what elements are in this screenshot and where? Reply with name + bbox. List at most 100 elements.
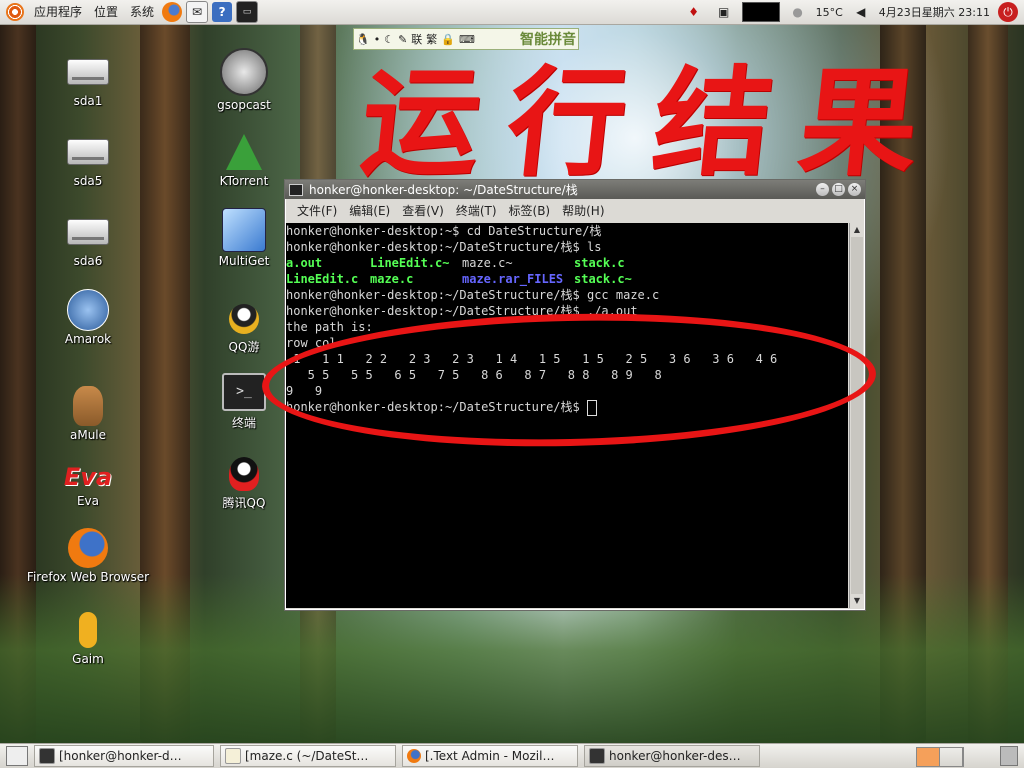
scrollbar-thumb[interactable] — [851, 237, 863, 594]
terminal-line: honker@honker-desktop:~$ cd DateStructur… — [286, 224, 602, 238]
desktop-icon-sda1[interactable]: sda1 — [38, 52, 138, 108]
ime-toolbar[interactable]: 🐧 • ☾ ✎ 联 繁 🔒 ⌨ 智能拼音 — [353, 28, 579, 50]
volume-icon[interactable]: ◀ — [851, 2, 871, 22]
menu-system[interactable]: 系统 — [124, 0, 160, 24]
top-menu: 应用程序 位置 系统 — [28, 0, 160, 24]
ime-moon-icon[interactable]: ☾ — [382, 33, 396, 46]
terminal-line: 5 5 5 5 6 5 7 5 8 6 8 7 8 8 8 9 8 — [286, 368, 662, 382]
terminal-line: honker@honker-desktop:~/DateStructure/栈$… — [286, 240, 602, 254]
terminal-line: the path is: — [286, 320, 373, 334]
desktop-icon-label: Amarok — [64, 332, 112, 346]
drive-icon — [67, 219, 109, 245]
ls-file: stack.c~ — [574, 272, 632, 286]
desktop-icon-amarok[interactable]: Amarok — [38, 289, 138, 346]
desktop-icon-firefox[interactable]: Firefox Web Browser — [22, 528, 154, 584]
ls-file: a.out — [286, 256, 323, 270]
desktop-icon-sda6[interactable]: sda6 — [38, 212, 138, 268]
terminal-scrollbar[interactable]: ▲ ▼ — [849, 223, 864, 608]
amule-icon — [73, 386, 103, 426]
ime-softkbd-icon[interactable]: ✎ — [396, 33, 409, 46]
network-icon[interactable]: ▣ — [714, 2, 734, 22]
taskbar-item-active[interactable]: honker@honker-des… — [584, 745, 760, 767]
taskbar-item[interactable]: [maze.c (~/DateSt… — [220, 745, 396, 767]
minimize-button[interactable]: – — [816, 183, 829, 196]
mail-launcher-icon[interactable]: ✉ — [186, 1, 209, 23]
desktop-icon-amule[interactable]: aMule — [38, 386, 138, 442]
help-launcher-icon[interactable]: ? — [212, 2, 233, 22]
desktop-icon-gsopcast[interactable]: gsopcast — [194, 48, 294, 112]
system-monitor-graph[interactable] — [741, 2, 780, 22]
terminal-line: honker@honker-desktop:~/DateStructure/栈$… — [286, 288, 660, 302]
terminal-output[interactable]: honker@honker-desktop:~$ cd DateStructur… — [286, 223, 848, 608]
taskbar-item[interactable]: [honker@honker-d… — [34, 745, 214, 767]
taskbar-item-label: honker@honker-des… — [609, 749, 741, 763]
ime-keyboard-icon[interactable]: ⌨ — [457, 33, 477, 46]
desktop-icon-label: Eva — [76, 494, 100, 508]
desktop-icon-gaim[interactable]: Gaim — [38, 610, 138, 666]
trash-icon[interactable] — [1000, 746, 1018, 766]
menu-view[interactable]: 查看(V) — [396, 202, 450, 219]
window-titlebar[interactable]: honker@honker-desktop: ~/DateStructure/栈… — [285, 180, 865, 199]
taskbar-item-label: [honker@honker-d… — [59, 749, 182, 763]
amarok-icon — [67, 289, 109, 331]
menu-terminal[interactable]: 终端(T) — [450, 202, 503, 219]
qq-game-icon — [229, 304, 259, 334]
desktop-icon-ktorrent[interactable]: KTorrent — [194, 132, 294, 188]
ime-fan-toggle[interactable]: 繁 — [424, 31, 439, 47]
handwritten-annotation: 运行结果 — [354, 53, 954, 192]
desktop-icon-eva[interactable]: Eva Eva — [38, 462, 138, 508]
desktop-icon-label: aMule — [69, 428, 107, 442]
menu-tabs[interactable]: 标签(B) — [503, 202, 557, 219]
desktop-icon-label: 终端 — [231, 416, 256, 430]
scroll-down-arrow-icon[interactable]: ▼ — [850, 594, 864, 608]
desktop-icon-label: Firefox Web Browser — [26, 570, 150, 584]
workspace-2[interactable] — [940, 748, 963, 766]
ls-file: LineEdit.c~ — [370, 256, 450, 270]
qq-icon — [229, 457, 259, 491]
terminal-launcher-icon[interactable]: ▭ — [236, 1, 259, 23]
menu-places[interactable]: 位置 — [88, 0, 124, 24]
show-desktop-button[interactable] — [6, 746, 28, 766]
shutdown-icon[interactable]: ⏻ — [998, 2, 1018, 22]
terminal-menubar: 文件(F) 编辑(E) 查看(V) 终端(T) 标签(B) 帮助(H) — [285, 199, 865, 221]
temperature[interactable]: 15°C — [816, 6, 843, 19]
desktop-icon-sda5[interactable]: sda5 — [38, 132, 138, 188]
firefox-icon — [407, 749, 421, 763]
weather-icon: ● — [792, 5, 803, 19]
desktop-icon-multiget[interactable]: MultiGet — [194, 208, 294, 268]
desktop-icon-qq-game[interactable]: QQ游 — [194, 302, 294, 355]
workspace-switcher[interactable] — [916, 747, 964, 767]
desktop-icon-label: MultiGet — [218, 254, 270, 268]
menu-applications[interactable]: 应用程序 — [28, 0, 88, 24]
desktop-icon-label: QQ游 — [228, 340, 260, 354]
desktop-icon-label: sda6 — [73, 254, 103, 268]
menu-help[interactable]: 帮助(H) — [556, 202, 610, 219]
desktop-icon-qq[interactable]: 腾讯QQ — [194, 456, 294, 511]
desktop-icon-label: 腾讯QQ — [222, 496, 266, 510]
clock[interactable]: 4月23日星期六 23:11 — [879, 4, 990, 20]
gsopcast-icon — [220, 48, 268, 96]
ime-punct-icon[interactable]: • — [372, 33, 383, 46]
terminal-window-icon[interactable] — [289, 183, 303, 196]
ubuntu-logo-icon[interactable] — [6, 3, 24, 21]
ime-lock-icon[interactable]: 🔒 — [439, 33, 457, 46]
scroll-up-arrow-icon[interactable]: ▲ — [850, 223, 864, 237]
menu-file[interactable]: 文件(F) — [291, 202, 343, 219]
terminal-prompt-line: honker@honker-desktop:~/DateStructure/栈$ — [286, 399, 848, 416]
ime-penguin-icon[interactable]: 🐧 — [354, 33, 372, 46]
maximize-button[interactable]: □ — [832, 183, 845, 196]
terminal-line: 9 9 — [286, 384, 323, 398]
desktop-icon-terminal[interactable]: >_ 终端 — [194, 372, 294, 431]
firefox-launcher-icon[interactable] — [162, 2, 183, 22]
close-button[interactable]: × — [848, 183, 861, 196]
update-notifier-icon[interactable]: ♦ — [684, 2, 704, 22]
desktop-icon-label: sda1 — [73, 94, 103, 108]
taskbar-item[interactable]: [.Text Admin - Mozil… — [402, 745, 578, 767]
terminal-window[interactable]: honker@honker-desktop: ~/DateStructure/栈… — [284, 179, 866, 611]
ls-output-row: a.out LineEdit.c~ maze.c~ stack.c — [286, 255, 848, 271]
ime-lian-toggle[interactable]: 联 — [409, 31, 424, 47]
taskbar-item-label: [.Text Admin - Mozil… — [425, 749, 555, 763]
workspace-1[interactable] — [917, 748, 940, 766]
menu-edit[interactable]: 编辑(E) — [343, 202, 396, 219]
terminal-line: 1 1 1 2 2 2 3 2 3 1 4 1 5 1 5 2 5 3 6 3 … — [286, 352, 778, 366]
